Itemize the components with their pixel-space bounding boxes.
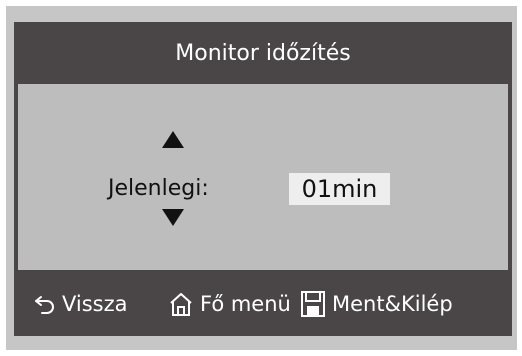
back-button[interactable]: Vissza	[34, 292, 128, 316]
arrow-down-icon[interactable]	[162, 209, 184, 226]
home-icon	[168, 291, 194, 317]
back-label: Vissza	[62, 292, 128, 316]
save-exit-label: Ment&Kilép	[332, 292, 453, 316]
return-arrow-icon	[34, 294, 56, 314]
home-label: Fő menü	[200, 292, 291, 316]
save-exit-button[interactable]: Ment&Kilép	[300, 290, 453, 318]
arrow-up-icon[interactable]	[162, 131, 184, 148]
dialog-frame: Monitor időzítés Jelenlegi: 01min Vissza	[14, 22, 512, 336]
page-title: Monitor időzítés	[175, 40, 351, 66]
current-label: Jelenlegi:	[108, 176, 209, 201]
home-button[interactable]: Fő menü	[168, 291, 291, 317]
setting-panel: Jelenlegi: 01min	[18, 84, 508, 270]
footer-bar: Vissza Fő menü Ment&Kilép	[14, 272, 512, 336]
current-value[interactable]: 01min	[289, 173, 390, 205]
floppy-disk-icon	[300, 290, 326, 318]
device-screen: Monitor időzítés Jelenlegi: 01min Vissza	[6, 6, 517, 350]
